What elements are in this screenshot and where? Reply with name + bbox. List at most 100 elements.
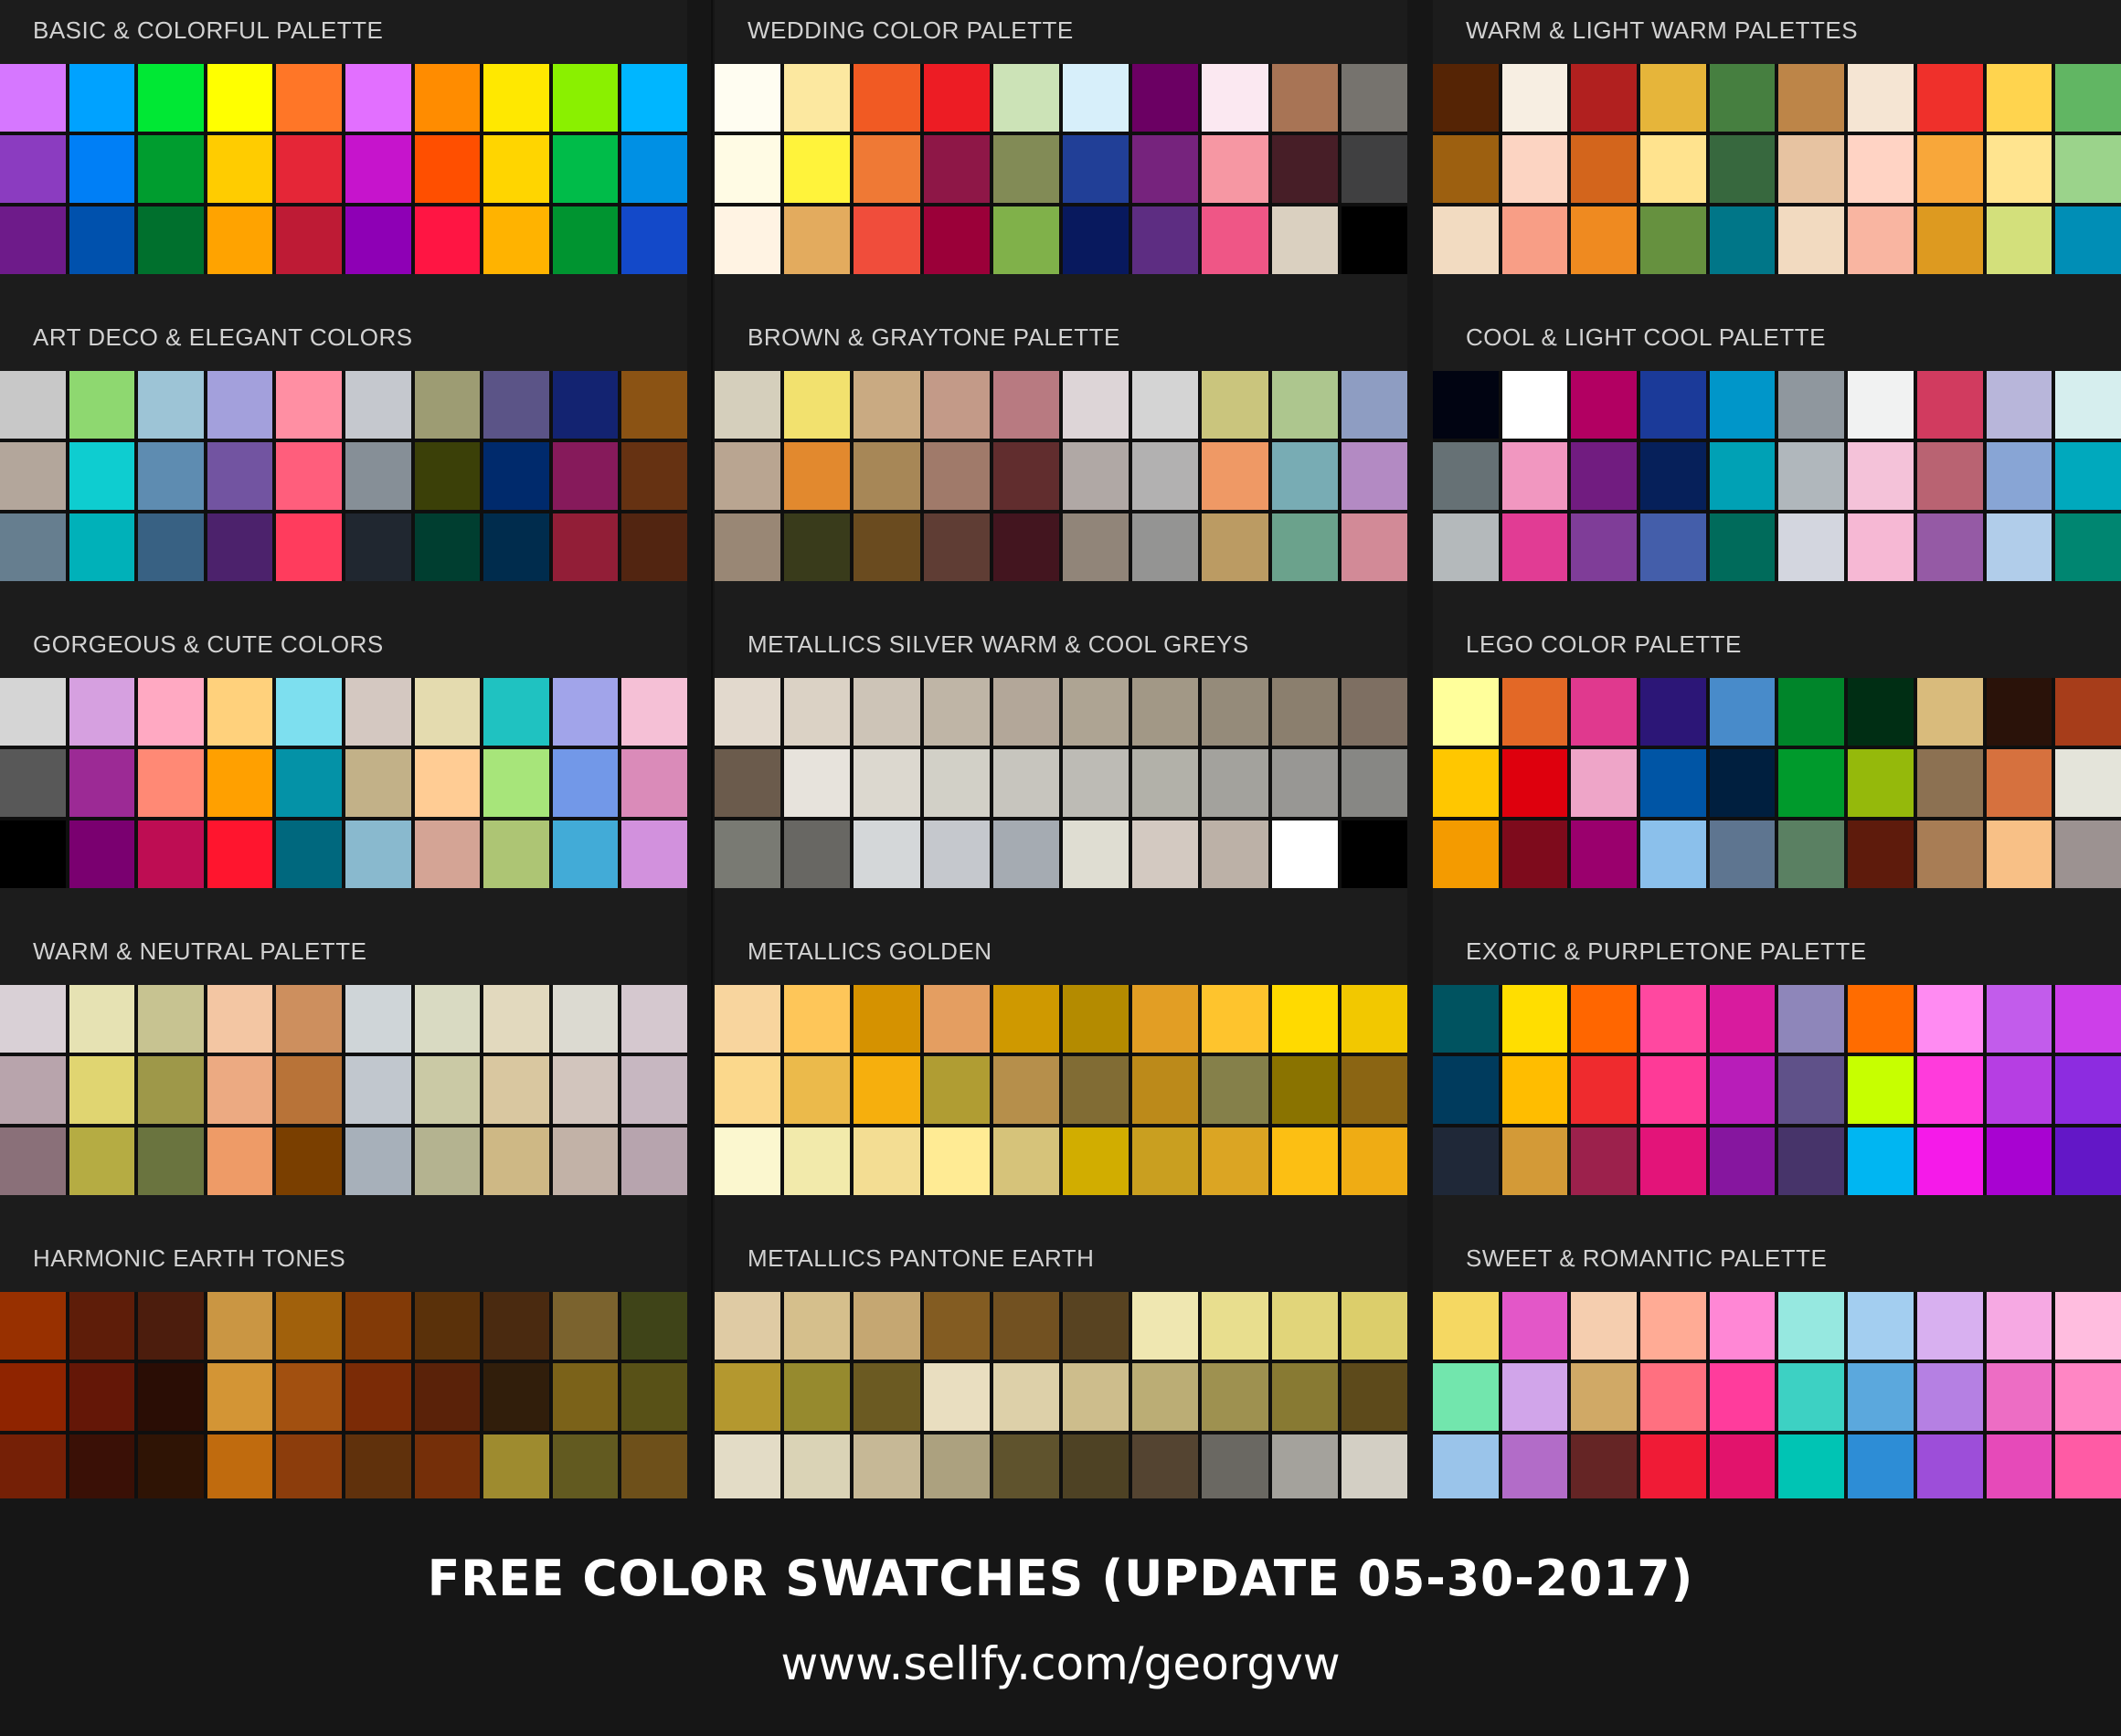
- color-swatch[interactable]: [2055, 442, 2121, 510]
- color-swatch[interactable]: [1202, 64, 1268, 132]
- color-swatch[interactable]: [2055, 1434, 2121, 1502]
- color-swatch[interactable]: [621, 749, 687, 817]
- color-swatch[interactable]: [1640, 820, 1706, 888]
- color-swatch[interactable]: [1341, 678, 1407, 746]
- color-swatch[interactable]: [69, 1292, 135, 1360]
- color-swatch[interactable]: [1062, 1056, 1129, 1124]
- color-swatch[interactable]: [621, 1292, 687, 1360]
- color-swatch[interactable]: [1501, 1127, 1568, 1195]
- color-swatch[interactable]: [552, 206, 619, 274]
- color-swatch[interactable]: [715, 820, 781, 888]
- color-swatch[interactable]: [1986, 1363, 2052, 1431]
- color-swatch[interactable]: [2055, 371, 2121, 439]
- color-swatch[interactable]: [483, 749, 549, 817]
- color-swatch[interactable]: [69, 64, 135, 132]
- color-swatch[interactable]: [1433, 513, 1499, 581]
- color-swatch[interactable]: [1501, 678, 1568, 746]
- color-swatch[interactable]: [1986, 749, 2052, 817]
- color-swatch[interactable]: [621, 513, 687, 581]
- color-swatch[interactable]: [1640, 749, 1706, 817]
- color-swatch[interactable]: [1571, 1127, 1638, 1195]
- color-swatch[interactable]: [854, 206, 920, 274]
- color-swatch[interactable]: [1433, 749, 1499, 817]
- color-swatch[interactable]: [1916, 206, 1983, 274]
- color-swatch[interactable]: [992, 1127, 1059, 1195]
- color-swatch[interactable]: [1062, 1127, 1129, 1195]
- color-swatch[interactable]: [483, 1292, 549, 1360]
- color-swatch[interactable]: [1778, 513, 1845, 581]
- color-swatch[interactable]: [1501, 1056, 1568, 1124]
- color-swatch[interactable]: [1778, 1056, 1845, 1124]
- color-swatch[interactable]: [784, 442, 851, 510]
- color-swatch[interactable]: [1062, 985, 1129, 1053]
- color-swatch[interactable]: [1848, 371, 1914, 439]
- color-swatch[interactable]: [1202, 1127, 1268, 1195]
- color-swatch[interactable]: [1848, 749, 1914, 817]
- color-swatch[interactable]: [414, 135, 481, 203]
- color-swatch[interactable]: [1986, 442, 2052, 510]
- color-swatch[interactable]: [1132, 1434, 1199, 1502]
- color-swatch[interactable]: [69, 371, 135, 439]
- color-swatch[interactable]: [1986, 1056, 2052, 1124]
- color-swatch[interactable]: [276, 1434, 342, 1502]
- color-swatch[interactable]: [784, 513, 851, 581]
- color-swatch[interactable]: [1986, 513, 2052, 581]
- color-swatch[interactable]: [276, 1292, 342, 1360]
- color-swatch[interactable]: [1433, 678, 1499, 746]
- color-swatch[interactable]: [207, 678, 273, 746]
- color-swatch[interactable]: [1501, 1292, 1568, 1360]
- color-swatch[interactable]: [992, 64, 1059, 132]
- color-swatch[interactable]: [1986, 135, 2052, 203]
- color-swatch[interactable]: [992, 206, 1059, 274]
- color-swatch[interactable]: [1640, 442, 1706, 510]
- color-swatch[interactable]: [1341, 442, 1407, 510]
- color-swatch[interactable]: [0, 1056, 66, 1124]
- color-swatch[interactable]: [854, 64, 920, 132]
- color-swatch[interactable]: [1202, 371, 1268, 439]
- color-swatch[interactable]: [1848, 442, 1914, 510]
- color-swatch[interactable]: [69, 985, 135, 1053]
- color-swatch[interactable]: [1271, 1363, 1338, 1431]
- color-swatch[interactable]: [1271, 820, 1338, 888]
- color-swatch[interactable]: [715, 135, 781, 203]
- color-swatch[interactable]: [1571, 1434, 1638, 1502]
- color-swatch[interactable]: [1848, 64, 1914, 132]
- color-swatch[interactable]: [69, 820, 135, 888]
- color-swatch[interactable]: [0, 135, 66, 203]
- color-swatch[interactable]: [276, 985, 342, 1053]
- color-swatch[interactable]: [483, 985, 549, 1053]
- color-swatch[interactable]: [1778, 985, 1845, 1053]
- color-swatch[interactable]: [1709, 1127, 1776, 1195]
- color-swatch[interactable]: [1848, 820, 1914, 888]
- color-swatch[interactable]: [483, 820, 549, 888]
- color-swatch[interactable]: [276, 513, 342, 581]
- color-swatch[interactable]: [483, 1056, 549, 1124]
- color-swatch[interactable]: [138, 371, 204, 439]
- color-swatch[interactable]: [1433, 206, 1499, 274]
- color-swatch[interactable]: [1062, 1363, 1129, 1431]
- color-swatch[interactable]: [715, 1127, 781, 1195]
- color-swatch[interactable]: [854, 1434, 920, 1502]
- color-swatch[interactable]: [1916, 371, 1983, 439]
- color-swatch[interactable]: [784, 1363, 851, 1431]
- color-swatch[interactable]: [483, 1363, 549, 1431]
- color-swatch[interactable]: [552, 985, 619, 1053]
- color-swatch[interactable]: [345, 371, 411, 439]
- color-swatch[interactable]: [1640, 1127, 1706, 1195]
- color-swatch[interactable]: [854, 1056, 920, 1124]
- color-swatch[interactable]: [1848, 985, 1914, 1053]
- color-swatch[interactable]: [1848, 1363, 1914, 1431]
- color-swatch[interactable]: [1341, 1127, 1407, 1195]
- color-swatch[interactable]: [992, 1292, 1059, 1360]
- color-swatch[interactable]: [621, 1127, 687, 1195]
- color-swatch[interactable]: [1916, 513, 1983, 581]
- color-swatch[interactable]: [345, 1127, 411, 1195]
- color-swatch[interactable]: [621, 1434, 687, 1502]
- color-swatch[interactable]: [923, 442, 990, 510]
- color-swatch[interactable]: [1271, 678, 1338, 746]
- color-swatch[interactable]: [1709, 678, 1776, 746]
- color-swatch[interactable]: [784, 1056, 851, 1124]
- color-swatch[interactable]: [552, 1292, 619, 1360]
- color-swatch[interactable]: [621, 1363, 687, 1431]
- color-swatch[interactable]: [1848, 513, 1914, 581]
